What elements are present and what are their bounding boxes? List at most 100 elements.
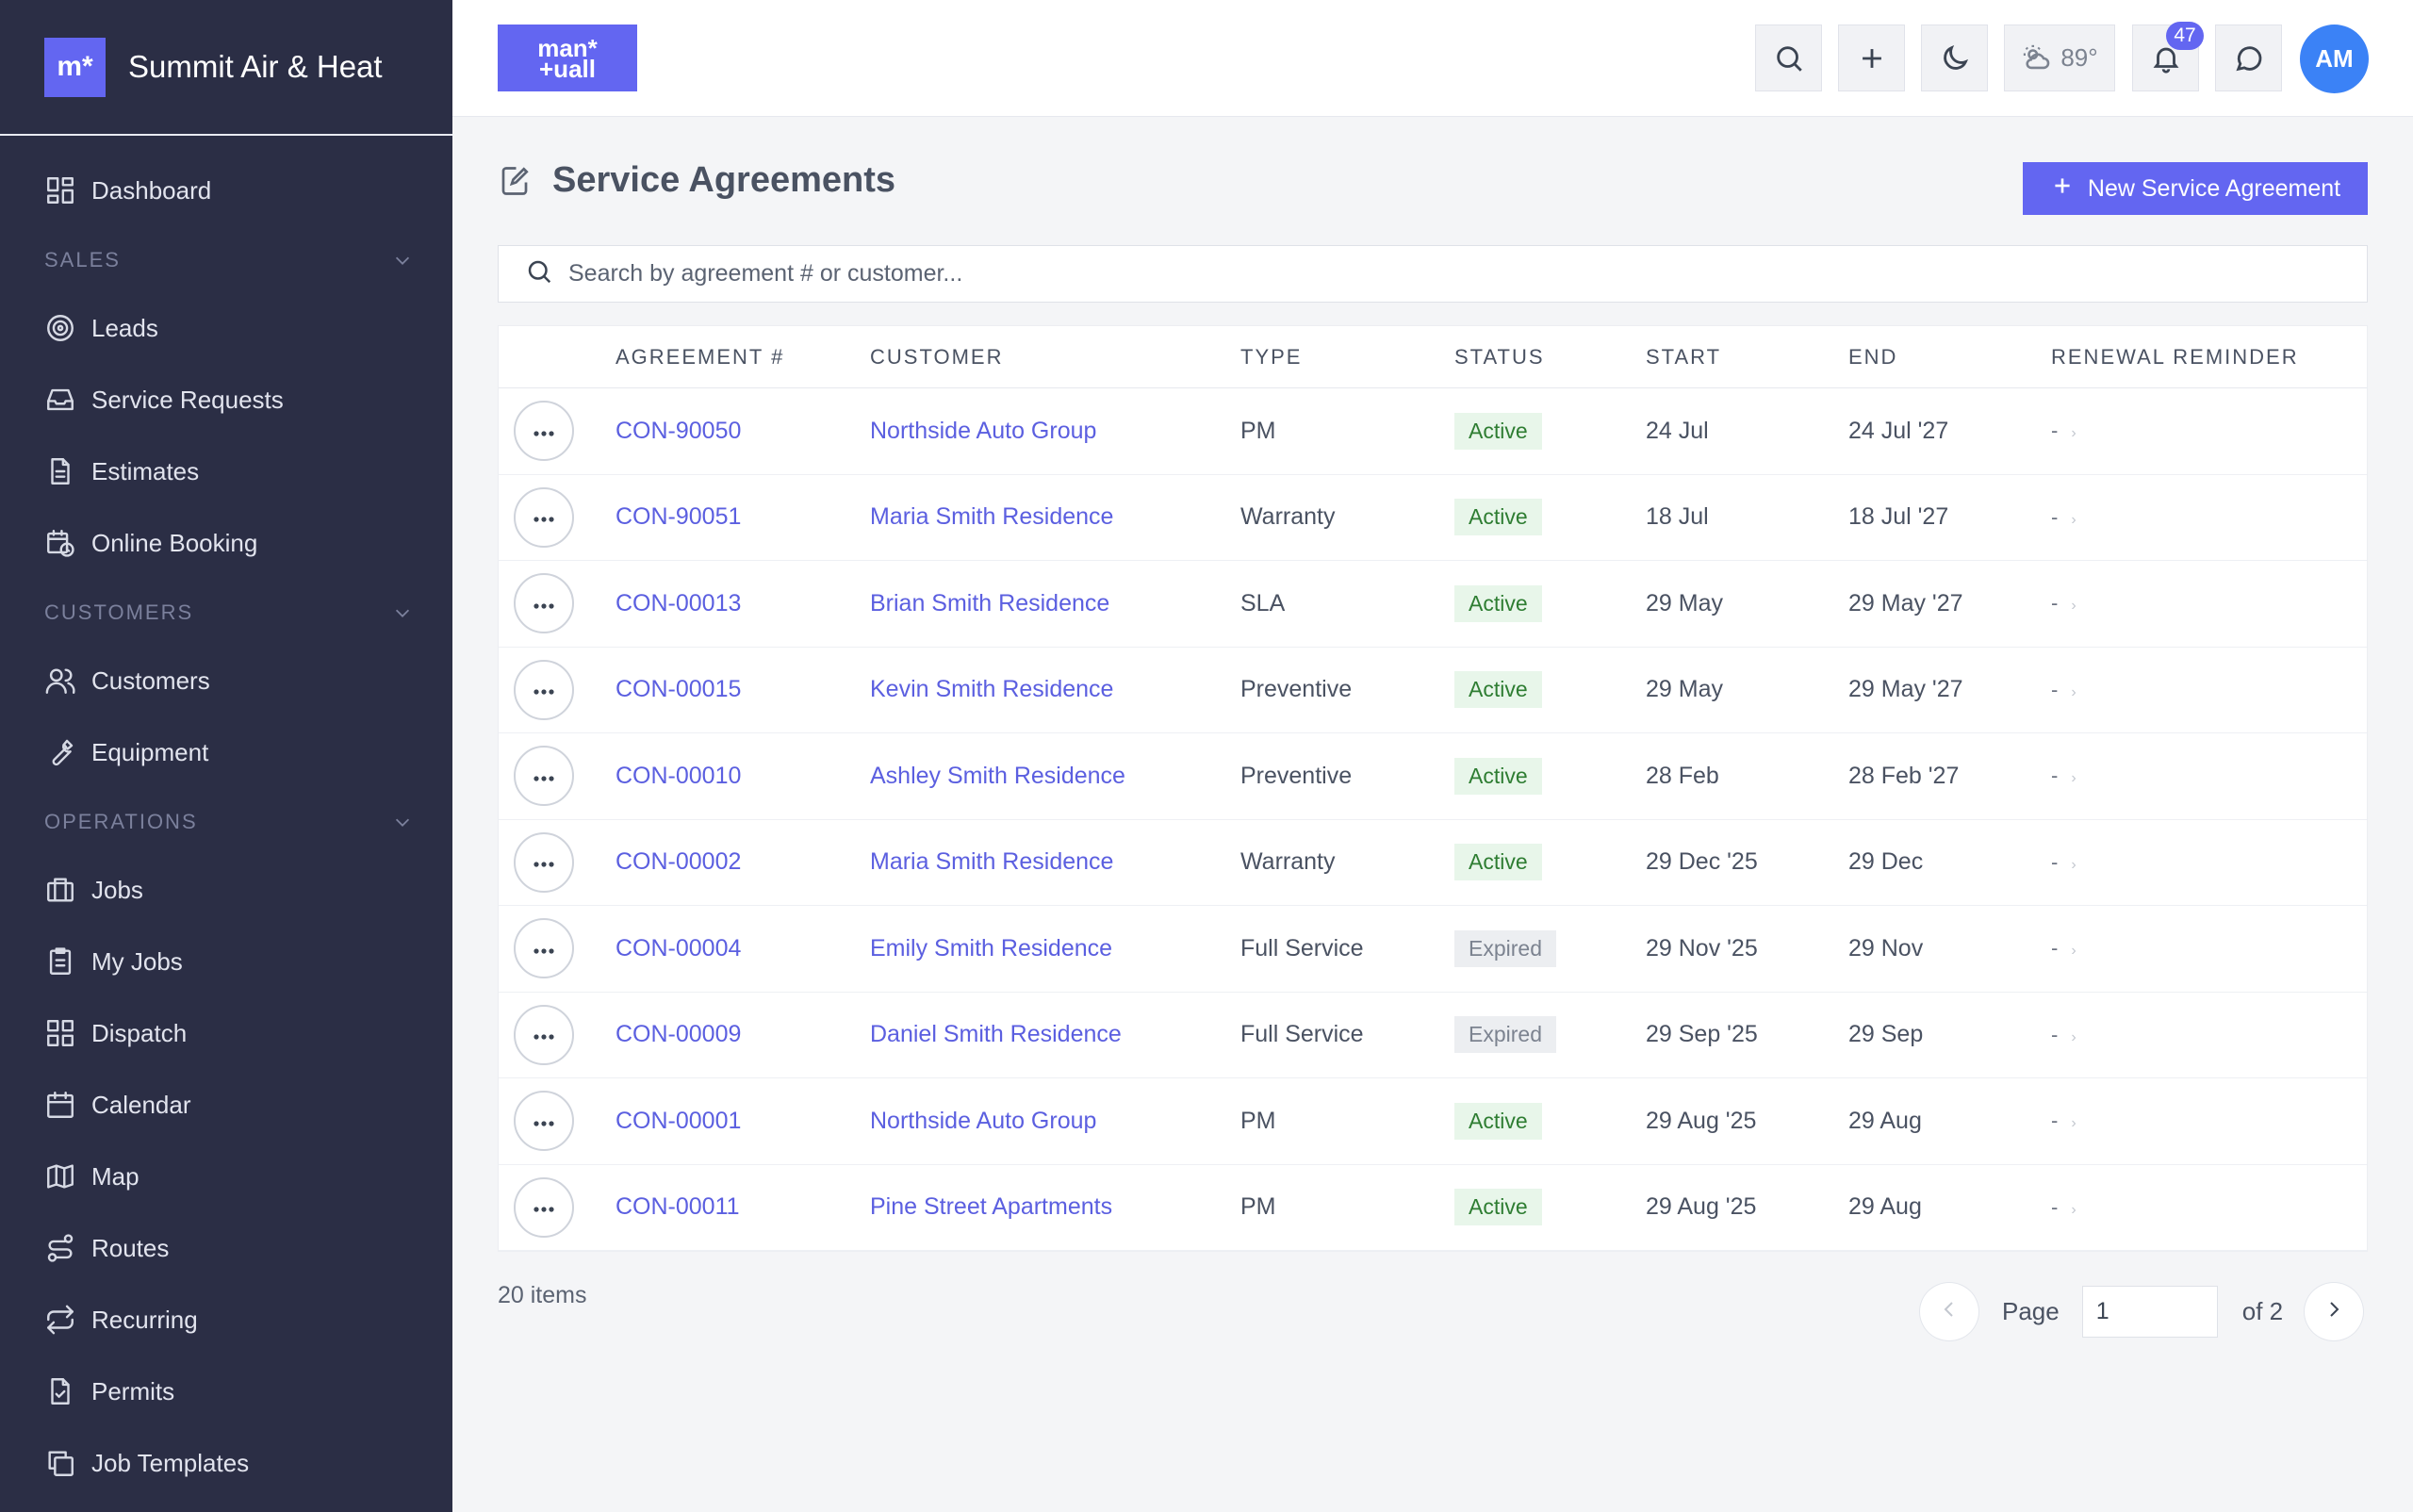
renewal-reminder[interactable]: - › [2051, 591, 2367, 616]
agreement-number-link[interactable]: CON-00001 [616, 1108, 741, 1134]
customer-link[interactable]: Maria Smith Residence [870, 848, 1113, 875]
agreement-number-link[interactable]: CON-00010 [616, 763, 741, 789]
search-input[interactable] [568, 260, 2265, 288]
agreement-number-link[interactable]: CON-00013 [616, 590, 741, 616]
sidebar-item-equipment[interactable]: Equipment [0, 716, 452, 788]
briefcase-icon [44, 874, 76, 906]
renewal-reminder[interactable]: - › [2051, 1023, 2367, 1047]
notifications-button[interactable]: 47 [2132, 22, 2204, 91]
column-header-start[interactable]: START [1646, 345, 1848, 370]
sidebar-item-label: Routes [91, 1233, 170, 1262]
row-actions-button[interactable] [514, 918, 574, 979]
app-logo[interactable]: man* +uall [498, 25, 637, 91]
start-date: 29 Aug '25 [1646, 1107, 1757, 1134]
agreement-number-link[interactable]: CON-00015 [616, 676, 741, 702]
column-header-status[interactable]: STATUS [1454, 345, 1646, 370]
sidebar-item-leads[interactable]: Leads [0, 292, 452, 364]
more-horizontal-icon [530, 676, 558, 703]
sidebar-item-label: Recurring [91, 1305, 198, 1334]
customer-link[interactable]: Northside Auto Group [870, 418, 1096, 444]
row-actions-button[interactable] [514, 831, 574, 893]
table-row[interactable]: CON-00015 Kevin Smith Residence Preventive… [499, 648, 2367, 733]
sidebar-section-sales[interactable]: SALES [0, 228, 452, 292]
sidebar-section-operations[interactable]: OPERATIONS [0, 790, 452, 854]
chevron-right-icon: › [2071, 511, 2076, 528]
sidebar-item-customers[interactable]: Customers [0, 645, 452, 716]
customer-link[interactable]: Ashley Smith Residence [870, 763, 1125, 789]
renewal-reminder[interactable]: - › [2051, 850, 2367, 875]
agreement-number-link[interactable]: CON-00004 [616, 935, 741, 961]
renewal-reminder[interactable]: - › [2051, 936, 2367, 961]
clipboard-icon [44, 945, 76, 978]
row-actions-button[interactable] [514, 1176, 574, 1238]
renewal-reminder[interactable]: - › [2051, 1195, 2367, 1220]
table-row[interactable]: CON-00013 Brian Smith Residence SLA Active 2… [499, 561, 2367, 648]
row-actions-button[interactable] [514, 1004, 574, 1065]
customer-link[interactable]: Daniel Smith Residence [870, 1021, 1122, 1047]
table-row[interactable]: CON-00009 Daniel Smith Residence Full Serv… [499, 993, 2367, 1078]
sidebar-item-dispatch[interactable]: Dispatch [0, 997, 452, 1069]
renewal-reminder[interactable]: - › [2051, 1109, 2367, 1133]
sidebar-item-my-jobs[interactable]: My Jobs [0, 926, 452, 997]
next-page-button[interactable] [2304, 1282, 2365, 1341]
sidebar-section-customers[interactable]: CUSTOMERS [0, 581, 452, 645]
brand[interactable]: m* Summit Air & Heat [0, 0, 452, 136]
page-number-input[interactable] [2081, 1286, 2218, 1338]
sidebar-item-calendar[interactable]: Calendar [0, 1069, 452, 1141]
new-service-agreement-button[interactable]: New Service Agreement [2023, 162, 2368, 215]
column-header-end[interactable]: END [1848, 345, 2051, 370]
table-row[interactable]: CON-90050 Northside Auto Group PM Active 24 … [499, 388, 2367, 475]
agreement-number-link[interactable]: CON-00009 [616, 1021, 741, 1047]
column-header-customer[interactable]: CUSTOMER [870, 345, 1240, 370]
weather-widget[interactable]: 89° [2004, 25, 2115, 91]
customer-link[interactable]: Kevin Smith Residence [870, 676, 1113, 702]
sidebar-item-permits[interactable]: Permits [0, 1356, 452, 1427]
renewal-reminder[interactable]: - › [2051, 505, 2367, 530]
customer-link[interactable]: Maria Smith Residence [870, 503, 1113, 530]
row-actions-button[interactable] [514, 1091, 574, 1152]
column-header-type[interactable]: TYPE [1240, 345, 1454, 370]
theme-toggle-button[interactable] [1921, 25, 1988, 91]
customer-link[interactable]: Northside Auto Group [870, 1108, 1096, 1134]
sidebar-item-job-templates[interactable]: Job Templates [0, 1427, 452, 1499]
status-badge: Expired [1454, 1016, 1556, 1054]
agreement-number-link[interactable]: CON-00002 [616, 848, 741, 875]
table-row[interactable]: CON-00001 Northside Auto Group PM Active 29 … [499, 1078, 2367, 1165]
sidebar-item-map[interactable]: Map [0, 1141, 452, 1212]
column-header-agreement[interactable]: AGREEMENT # [616, 345, 870, 370]
sidebar-item-dashboard[interactable]: Dashboard [0, 155, 452, 226]
row-actions-button[interactable] [514, 401, 574, 462]
renewal-reminder[interactable]: - › [2051, 764, 2367, 788]
user-avatar[interactable]: AM [2300, 25, 2369, 93]
messages-button[interactable] [2215, 25, 2282, 91]
row-actions-button[interactable] [514, 573, 574, 634]
sidebar-item-recurring[interactable]: Recurring [0, 1284, 452, 1356]
renewal-reminder[interactable]: - › [2051, 419, 2367, 443]
sidebar-item-label: Online Booking [91, 528, 258, 557]
customer-link[interactable]: Brian Smith Residence [870, 590, 1109, 616]
customer-link[interactable]: Emily Smith Residence [870, 935, 1112, 961]
column-header-renewal-reminder[interactable]: RENEWAL REMINDER [2051, 345, 2367, 370]
previous-page-button[interactable] [1919, 1282, 1979, 1341]
table-row[interactable]: CON-00011 Pine Street Apartments PM Active 2… [499, 1165, 2367, 1251]
table-row[interactable]: CON-00004 Emily Smith Residence Full Servi… [499, 906, 2367, 993]
row-actions-button[interactable] [514, 659, 574, 720]
chevron-right-icon: › [2071, 683, 2076, 700]
table-row[interactable]: CON-90051 Maria Smith Residence Warranty Ac… [499, 475, 2367, 561]
agreement-number-link[interactable]: CON-90050 [616, 418, 741, 444]
sidebar-item-estimates[interactable]: Estimates [0, 436, 452, 507]
sidebar-item-service-requests[interactable]: Service Requests [0, 364, 452, 436]
renewal-reminder[interactable]: - › [2051, 678, 2367, 702]
sidebar-item-online-booking[interactable]: Online Booking [0, 507, 452, 579]
row-actions-button[interactable] [514, 746, 574, 807]
table-row[interactable]: CON-00010 Ashley Smith Residence Preventiv… [499, 733, 2367, 820]
add-button[interactable] [1838, 25, 1905, 91]
agreement-number-link[interactable]: CON-90051 [616, 503, 741, 530]
search-button[interactable] [1755, 25, 1822, 91]
row-actions-button[interactable] [514, 486, 574, 548]
table-row[interactable]: CON-00002 Maria Smith Residence Warranty Ac… [499, 820, 2367, 906]
sidebar-item-routes[interactable]: Routes [0, 1212, 452, 1284]
customer-link[interactable]: Pine Street Apartments [870, 1193, 1112, 1220]
agreement-number-link[interactable]: CON-00011 [616, 1193, 740, 1220]
sidebar-item-jobs[interactable]: Jobs [0, 854, 452, 926]
